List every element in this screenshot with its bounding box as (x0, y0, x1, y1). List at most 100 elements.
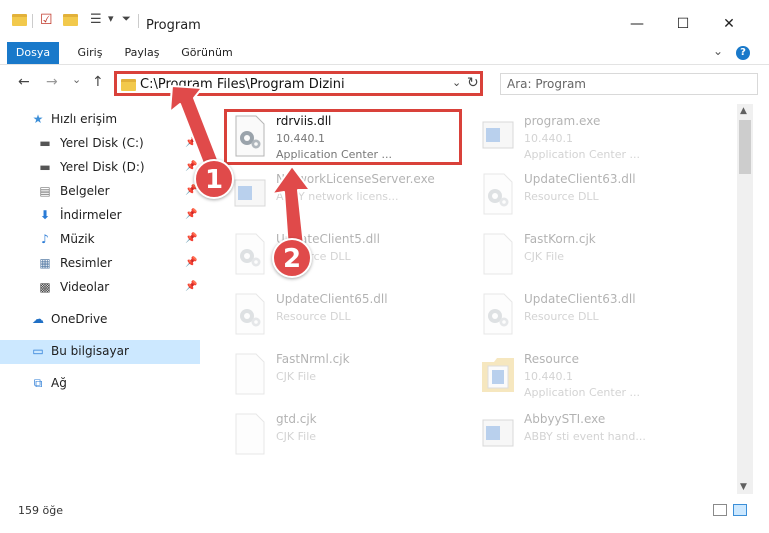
sidebar-item-network[interactable]: ⧉ Ağ (0, 372, 200, 396)
file-item[interactable]: UpdateClient63.dll Resource DLL (474, 288, 714, 344)
file-name: rdrviis.dll (276, 114, 332, 128)
title-divider (138, 14, 139, 28)
file-item[interactable]: rdrviis.dll 10.440.1 Application Center … (226, 110, 466, 166)
gear-file-icon (483, 173, 513, 215)
scroll-down-icon[interactable]: ▼ (740, 482, 747, 492)
customize-toolbar-icon[interactable]: ⏷ (122, 12, 131, 26)
file-name: FastKorn.cjk (524, 232, 596, 246)
file-name: NetworkLicenseServer.exe (276, 172, 435, 186)
sidebar-item-label: Bu bilgisayar (51, 344, 129, 358)
exe-icon (234, 179, 266, 207)
pin-icon: 📌 (185, 233, 198, 244)
file-item[interactable]: UpdateClient5.dll Resource DLL (226, 228, 466, 284)
view-options-icon[interactable]: ☰ (90, 12, 102, 27)
step-2-badge: 2 (272, 238, 312, 278)
pin-icon: 📌 (185, 137, 198, 148)
file-item[interactable]: gtd.cjk CJK File (226, 408, 466, 464)
gear-file-icon (235, 115, 265, 157)
sidebar-item-quick-access[interactable]: ★ Hızlı erişim (0, 108, 200, 132)
pin-icon: 📌 (185, 257, 198, 268)
back-button[interactable]: ← (18, 74, 30, 90)
tab-share[interactable]: Paylaş (120, 42, 164, 64)
pin-icon: 📌 (185, 209, 198, 220)
drive-icon: ▬ (39, 136, 51, 150)
sidebar-item-disk-d[interactable]: ▬ Yerel Disk (D:) 📌 (0, 156, 200, 180)
file-name: FastNrml.cjk (276, 352, 350, 366)
scroll-up-icon[interactable]: ▲ (740, 106, 747, 116)
file-description: Resource DLL (276, 310, 351, 323)
file-list: rdrviis.dll 10.440.1 Application Center … (200, 104, 736, 494)
quick-access-dropdown-icon[interactable]: ▾ (108, 12, 114, 25)
minimize-button[interactable]: — (622, 12, 652, 36)
file-name: AbbyySTI.exe (524, 412, 606, 426)
file-item[interactable]: NetworkLicenseServer.exe ABBY network li… (226, 168, 466, 224)
gear-file-icon (235, 293, 265, 335)
file-item[interactable]: FastKorn.cjk CJK File (474, 228, 714, 284)
download-icon: ⬇ (39, 208, 51, 222)
recent-locations-button[interactable]: ⌄ (72, 73, 81, 86)
explorer-window: ☑ ☰ ▾ ⏷ Program — ☐ ✕ Dosya Giriş Paylaş… (0, 0, 769, 533)
up-button[interactable]: ↑ (92, 74, 104, 90)
music-icon: ♪ (41, 232, 49, 246)
file-item[interactable]: FastNrml.cjk CJK File (226, 348, 466, 404)
sidebar-item-label: Yerel Disk (D:) (60, 160, 145, 174)
file-description: Resource DLL (524, 190, 599, 203)
folder-icon (121, 79, 136, 91)
help-icon[interactable]: ? (736, 46, 750, 60)
folder-icon (482, 358, 514, 392)
close-button[interactable]: ✕ (714, 12, 744, 36)
gear-file-icon (235, 233, 265, 275)
file-description: Application Center ... (524, 386, 640, 399)
file-name: Resource (524, 352, 580, 366)
sidebar-item-label: Belgeler (60, 184, 110, 198)
large-icons-view-icon[interactable] (733, 504, 747, 516)
properties-icon[interactable]: ☑ (40, 12, 53, 28)
scroll-thumb[interactable] (739, 120, 751, 174)
tab-view[interactable]: Görünüm (178, 42, 236, 64)
network-icon: ⧉ (33, 376, 43, 390)
sidebar-item-disk-c[interactable]: ▬ Yerel Disk (C:) 📌 (0, 132, 200, 156)
star-icon: ★ (32, 112, 44, 126)
search-placeholder[interactable]: Ara: Program (507, 77, 586, 91)
file-description: CJK File (524, 250, 565, 263)
address-bar[interactable]: C:\Program Files\Program Dizini ⌄ ↻ (114, 71, 483, 96)
window-title: Program (146, 18, 201, 33)
tab-file[interactable]: Dosya (7, 42, 59, 64)
gear-file-icon (483, 293, 513, 335)
vertical-scrollbar[interactable]: ▲ ▼ (737, 104, 753, 494)
file-version: 10.440.1 (524, 370, 573, 383)
file-item[interactable]: AbbyySTI.exe ABBY sti event hand... (474, 408, 714, 464)
navigation-bar: ← → ⌄ ↑ C:\Program Files\Program Dizini … (0, 66, 769, 102)
refresh-icon[interactable]: ↻ (467, 75, 479, 91)
sidebar-item-videos[interactable]: ▩ Videolar 📌 (0, 276, 200, 300)
file-item[interactable]: Resource 10.440.1 Application Center ... (474, 348, 714, 404)
sidebar-item-label: Videolar (60, 280, 110, 294)
file-item[interactable]: program.exe 10.440.1 Application Center … (474, 110, 714, 166)
blank-file-icon (235, 353, 265, 395)
file-description: ABBY network licens... (276, 190, 399, 203)
file-item[interactable]: UpdateClient63.dll Resource DLL (474, 168, 714, 224)
tab-home[interactable]: Giriş (70, 42, 110, 64)
address-dropdown-icon[interactable]: ⌄ (452, 76, 461, 89)
sidebar-item-downloads[interactable]: ⬇ İndirmeler 📌 (0, 204, 200, 228)
cloud-icon: ☁ (32, 312, 44, 326)
new-folder-icon[interactable] (63, 14, 78, 26)
ribbon-expand-icon[interactable]: ⌄ (713, 44, 723, 58)
sidebar-item-music[interactable]: ♪ Müzik 📌 (0, 228, 200, 252)
forward-button[interactable]: → (46, 74, 58, 90)
drive-icon: ▬ (39, 160, 51, 174)
sidebar-item-pictures[interactable]: ▦ Resimler 📌 (0, 252, 200, 276)
ribbon-tabs: Dosya Giriş Paylaş Görünüm (0, 40, 769, 65)
sidebar-item-this-pc[interactable]: ▭ Bu bilgisayar (0, 340, 200, 364)
maximize-button[interactable]: ☐ (668, 12, 698, 36)
sidebar-item-documents[interactable]: ▤ Belgeler 📌 (0, 180, 200, 204)
search-box[interactable]: Ara: Program (500, 73, 758, 95)
sidebar-item-label: Müzik (60, 232, 95, 246)
details-view-icon[interactable] (713, 504, 727, 516)
file-item[interactable]: UpdateClient65.dll Resource DLL (226, 288, 466, 344)
address-path[interactable]: C:\Program Files\Program Dizini (140, 77, 345, 92)
sidebar-item-onedrive[interactable]: ☁ OneDrive (0, 308, 200, 332)
toolbar-divider (32, 14, 33, 28)
blank-file-icon (235, 413, 265, 455)
sidebar-item-label: Ağ (51, 376, 67, 390)
